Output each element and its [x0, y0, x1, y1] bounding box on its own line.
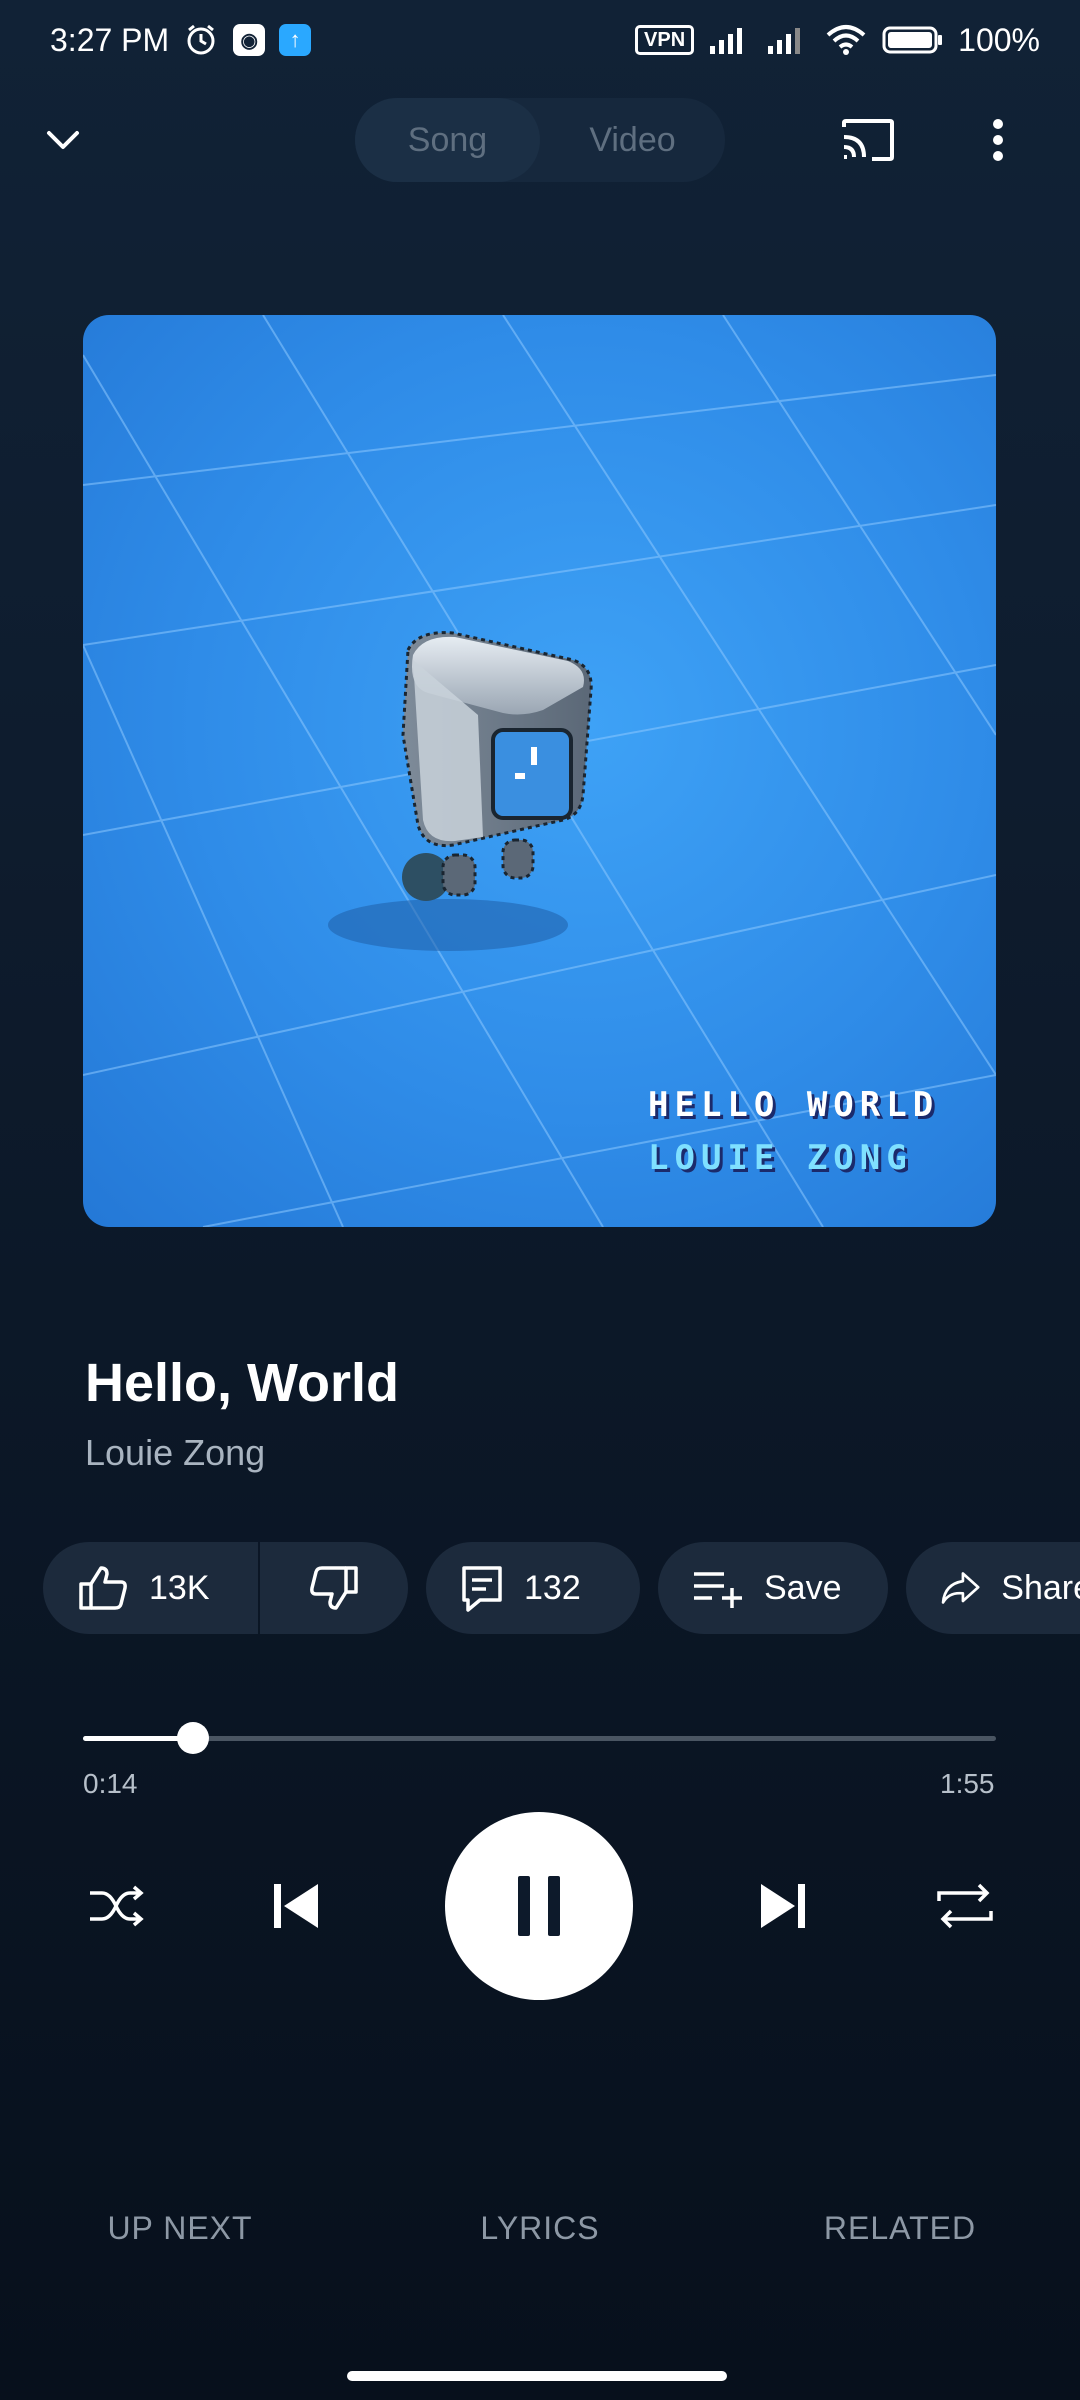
like-count: 13K	[149, 1568, 210, 1607]
next-button[interactable]	[720, 1843, 845, 1968]
pause-icon	[518, 1876, 560, 1936]
like-button[interactable]: 13K	[43, 1542, 258, 1634]
status-time: 3:27 PM	[50, 21, 170, 58]
current-time: 0:14	[83, 1768, 138, 1799]
share-icon	[941, 1572, 980, 1604]
status-left: 3:27 PM ◉ ↑	[50, 21, 312, 59]
cast-icon	[842, 119, 894, 161]
skip-previous-icon	[273, 1883, 318, 1928]
player-toolbar: Song Video	[0, 80, 1080, 200]
battery-icon	[882, 24, 944, 56]
action-chips: 13K 132 Save Share	[43, 1542, 1080, 1634]
status-bar: 3:27 PM ◉ ↑ VPN 100%	[0, 0, 1080, 80]
previous-button[interactable]	[233, 1843, 358, 1968]
status-right: VPN 100%	[635, 22, 1040, 59]
comments-button[interactable]: 132	[426, 1542, 640, 1634]
seek-bar-thumb[interactable]	[176, 1722, 209, 1754]
tab-up-next[interactable]: UP NEXT	[0, 2178, 360, 2278]
bottom-tabs: UP NEXT LYRICS RELATED	[0, 2178, 1080, 2278]
seek-bar[interactable]	[83, 1722, 996, 1754]
artwork-text-artist: LOUIE ZONG	[648, 1138, 913, 1178]
playlist-add-icon	[694, 1572, 742, 1608]
player-screen: 3:27 PM ◉ ↑ VPN 100% Song Video HELLO WO…	[0, 0, 1080, 2400]
total-time: 1:55	[940, 1768, 995, 1799]
comment-count: 132	[524, 1568, 581, 1607]
signal-icon-2	[766, 24, 810, 56]
repeat-icon	[936, 1883, 993, 1928]
wifi-icon	[824, 23, 868, 57]
segment-video[interactable]: Video	[540, 98, 725, 182]
more-vert-icon	[992, 119, 1003, 161]
vpn-icon: VPN	[635, 25, 695, 55]
track-artist[interactable]: Louie Zong	[85, 1432, 265, 1474]
tab-lyrics[interactable]: LYRICS	[360, 2178, 720, 2278]
share-label: Share	[1001, 1568, 1080, 1607]
cast-button[interactable]	[808, 80, 928, 200]
more-options-button[interactable]	[940, 80, 1055, 200]
chevron-down-icon	[46, 131, 79, 149]
thumbs-down-icon	[310, 1566, 358, 1610]
save-to-playlist-button[interactable]: Save	[658, 1542, 888, 1634]
shuffle-icon	[89, 1885, 144, 1926]
track-title[interactable]: Hello, World	[85, 1352, 399, 1414]
tab-related[interactable]: RELATED	[720, 2178, 1080, 2278]
segment-song[interactable]: Song	[355, 98, 540, 182]
artwork-text-title: HELLO WORLD	[648, 1085, 940, 1125]
save-label: Save	[764, 1568, 842, 1607]
collapse-button[interactable]	[0, 80, 125, 200]
dislike-button[interactable]	[260, 1542, 408, 1634]
shuffle-button[interactable]	[53, 1843, 178, 1968]
pause-button[interactable]	[445, 1812, 633, 2000]
song-video-toggle[interactable]: Song Video	[355, 98, 725, 182]
skip-next-icon	[760, 1883, 805, 1928]
alarm-icon	[183, 22, 219, 58]
album-artwork: HELLO WORLD LOUIE ZONG	[83, 315, 996, 1227]
cat-app-icon: ◉	[233, 24, 266, 56]
share-button[interactable]: Share	[906, 1542, 1080, 1634]
repeat-button[interactable]	[902, 1843, 1027, 1968]
signal-icon	[708, 24, 752, 56]
comment-icon	[462, 1566, 502, 1612]
thumbs-up-icon	[79, 1566, 127, 1610]
home-indicator[interactable]	[347, 2371, 727, 2381]
upload-app-icon: ↑	[279, 24, 312, 56]
battery-percent: 100%	[958, 21, 1040, 58]
